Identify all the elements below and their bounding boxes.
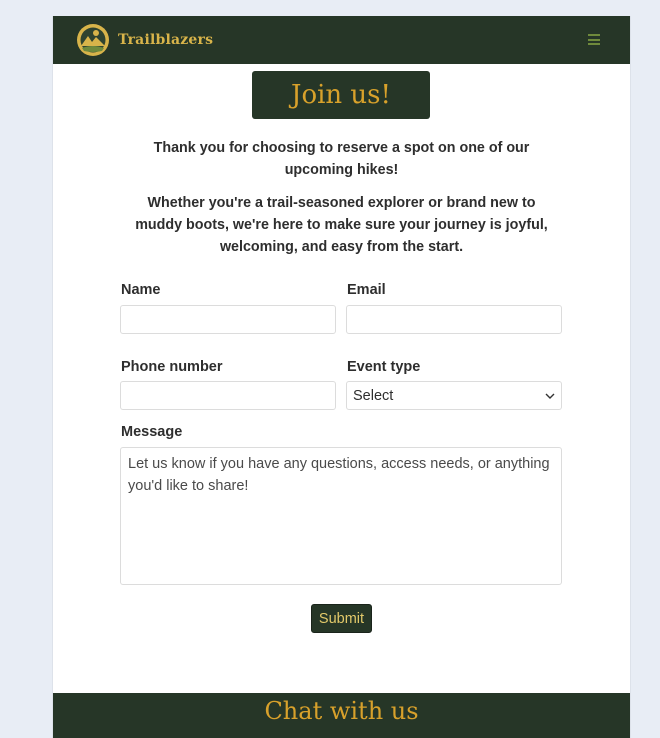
- message-placeholder: Let us know if you have any questions, a…: [128, 456, 550, 494]
- message-textarea[interactable]: Let us know if you have any questions, a…: [120, 447, 562, 585]
- phone-field[interactable]: [120, 381, 336, 410]
- name-label: Name: [121, 282, 161, 298]
- page-title-box: Join us!: [252, 71, 430, 119]
- email-field[interactable]: [346, 305, 562, 334]
- email-label: Email: [347, 282, 386, 298]
- intro-thanks: Thank you for choosing to reserve a spot…: [153, 140, 530, 178]
- navbar: Trailblazers: [53, 16, 630, 64]
- submit-button[interactable]: Submit: [311, 604, 372, 633]
- chevron-down-icon: [545, 393, 555, 399]
- event-type-select[interactable]: Select: [346, 381, 562, 410]
- page-container: Trailblazers Join us! Thank you for choo…: [52, 16, 631, 738]
- event-type-selected: Select: [353, 387, 394, 404]
- chat-heading: Chat with us: [264, 697, 419, 725]
- name-field[interactable]: [120, 305, 336, 334]
- footer-chat-section: Chat with us: [53, 693, 630, 738]
- message-label: Message: [121, 424, 183, 440]
- event-type-label: Event type: [347, 359, 421, 375]
- hamburger-menu-icon[interactable]: [588, 34, 600, 45]
- intro-welcome: Whether you're a trail-seasoned explorer…: [135, 195, 548, 255]
- phone-label: Phone number: [121, 359, 223, 375]
- mountain-lake-logo-icon[interactable]: [77, 24, 109, 56]
- page-title: Join us!: [291, 80, 391, 110]
- brand-name[interactable]: Trailblazers: [118, 32, 213, 48]
